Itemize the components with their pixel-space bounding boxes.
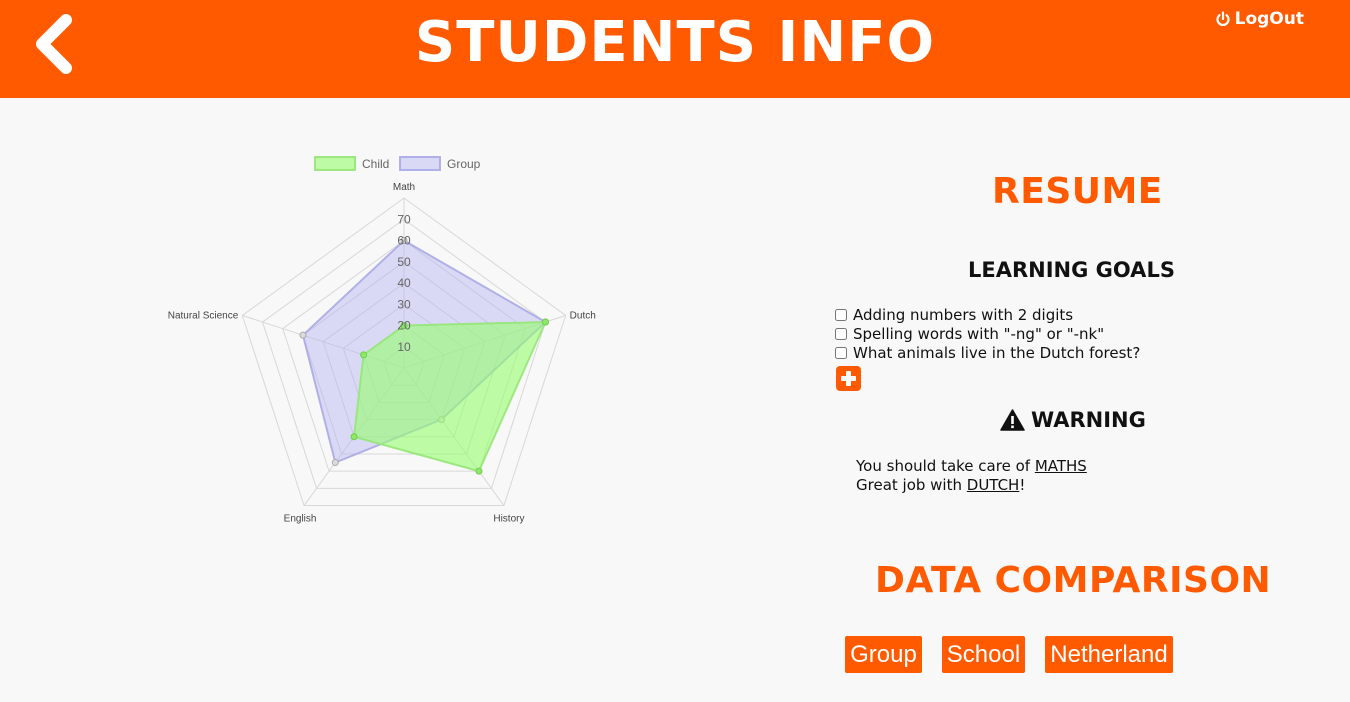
tick-label: 50: [397, 255, 411, 269]
warning-line-2: Great job with DUTCH!: [856, 476, 1087, 495]
goal-label: Spelling words with "-ng" or "-nk": [853, 324, 1105, 343]
tick-label: 60: [397, 234, 411, 248]
power-icon: [1216, 11, 1230, 27]
maths-link[interactable]: MATHS: [1035, 457, 1087, 475]
dutch-link[interactable]: DUTCH: [967, 476, 1020, 494]
goal-label: What animals live in the Dutch forest?: [853, 343, 1141, 362]
learning-goals-list: Adding numbers with 2 digits Spelling wo…: [835, 305, 1140, 362]
series-area-child: [352, 320, 548, 473]
goal-checkbox[interactable]: [835, 308, 847, 321]
legend-swatch: [399, 156, 441, 171]
radar-chart-svg: 10 20 30 40 50 60 70 Math Dutch History English Nat…: [168, 156, 596, 525]
category-label: History: [493, 514, 524, 525]
compare-school-button[interactable]: School: [942, 636, 1025, 673]
category-label: Natural Science: [168, 310, 239, 321]
warning-label: WARNING: [1031, 408, 1146, 432]
logout-label: LogOut: [1234, 9, 1304, 29]
data-point-child: [360, 351, 368, 359]
legend-label: Group: [447, 157, 481, 171]
tick-label: 70: [397, 212, 411, 226]
category-label: English: [284, 514, 317, 525]
warning-triangle-icon: [1000, 409, 1025, 431]
legend-swatch: [314, 156, 356, 171]
tick-label: 30: [397, 297, 411, 311]
warning-line-2-text: Great job with: [856, 476, 967, 494]
data-point-child: [475, 467, 483, 475]
radar-chart: 10 20 30 40 50 60 70 Math Dutch History English Nat…: [150, 140, 670, 540]
goal-item: Spelling words with "-ng" or "-nk": [835, 324, 1140, 343]
warning-line-1: You should take care of MATHS: [856, 457, 1087, 476]
goal-label: Adding numbers with 2 digits: [853, 305, 1074, 324]
goal-checkbox[interactable]: [835, 346, 847, 359]
legend-label: Child: [362, 157, 389, 171]
page-title: STUDENTS INFO: [414, 10, 936, 75]
top-bar: STUDENTS INFO LogOut: [0, 0, 1350, 98]
compare-netherland-button[interactable]: Netherland: [1045, 636, 1173, 673]
add-goal-button[interactable]: [836, 366, 861, 391]
tick-label: 10: [397, 340, 411, 354]
data-point-child: [350, 433, 358, 441]
goal-item: Adding numbers with 2 digits: [835, 305, 1140, 324]
warning-line-2-suffix: !: [1019, 476, 1026, 494]
data-point-group: [331, 459, 339, 467]
resume-title: RESUME: [992, 171, 1163, 212]
warning-line-1-text: You should take care of: [856, 457, 1035, 475]
tick-label: 20: [397, 319, 411, 333]
data-comparison-title: DATA COMPARISON: [875, 560, 1272, 601]
warning-title: WARNING: [1000, 408, 1146, 432]
learning-goals-title: LEARNING GOALS: [968, 258, 1175, 282]
category-label: Dutch: [570, 310, 596, 321]
data-point-group: [299, 331, 307, 339]
goal-item: What animals live in the Dutch forest?: [835, 343, 1140, 362]
logout-button[interactable]: LogOut: [1215, 9, 1304, 29]
compare-group-button[interactable]: Group: [845, 636, 922, 673]
goal-checkbox[interactable]: [835, 327, 847, 340]
data-point-child: [541, 318, 549, 326]
warning-message: You should take care of MATHS Great job …: [856, 457, 1087, 495]
tick-label: 40: [397, 276, 411, 290]
category-label: Math: [393, 182, 415, 193]
